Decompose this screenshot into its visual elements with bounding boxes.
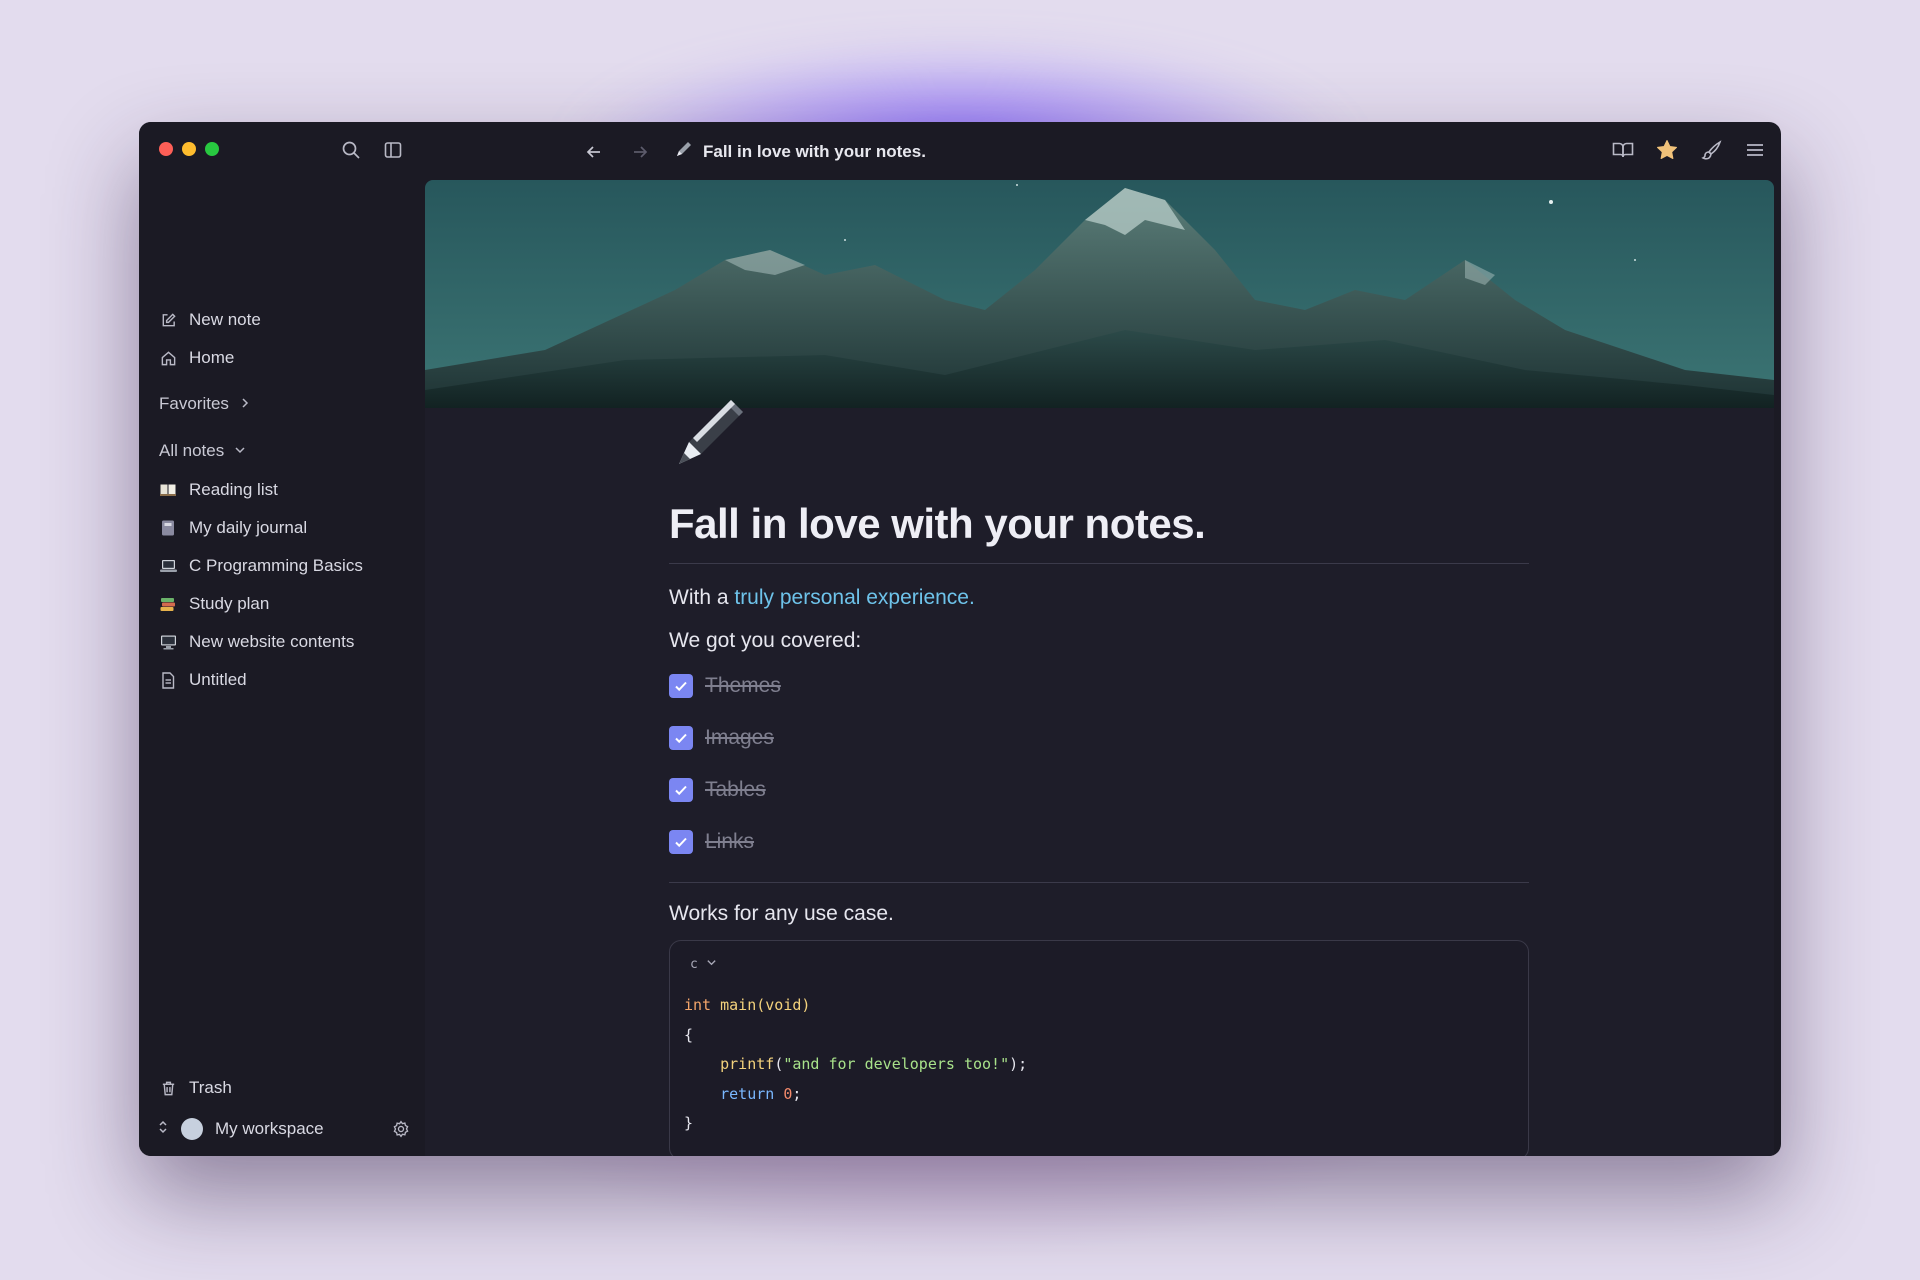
todo-checkbox[interactable] bbox=[669, 830, 693, 854]
sidebar-item-label: Study plan bbox=[189, 594, 270, 613]
sidebar-item-study-plan[interactable]: Study plan bbox=[159, 590, 269, 618]
chevron-down-icon bbox=[706, 957, 717, 972]
todo-label[interactable]: Links bbox=[705, 830, 754, 854]
code-language-label: c bbox=[690, 957, 698, 972]
divider bbox=[669, 563, 1529, 564]
todo-item: Links bbox=[669, 830, 754, 854]
sidebar-item-untitled[interactable]: Untitled bbox=[159, 666, 247, 694]
breadcrumb[interactable]: Fall in love with your notes. bbox=[675, 140, 926, 163]
brush-icon[interactable] bbox=[1699, 138, 1723, 162]
editor-area[interactable]: Fall in love with your notes. With a tru… bbox=[425, 180, 1774, 1156]
code-token: printf bbox=[720, 1055, 775, 1073]
sidebar-item-label: Untitled bbox=[189, 670, 247, 689]
sidebar-item-c-programming[interactable]: C Programming Basics bbox=[159, 552, 363, 580]
divider bbox=[669, 882, 1529, 883]
sidebar: New note Home Favorites All notes Readin… bbox=[139, 122, 423, 1156]
workspace-label: My workspace bbox=[215, 1119, 324, 1138]
sidebar-item-website-contents[interactable]: New website contents bbox=[159, 628, 354, 656]
sidebar-item-daily-journal[interactable]: My daily journal bbox=[159, 514, 307, 542]
new-note-button[interactable]: New note bbox=[159, 306, 261, 334]
code-token: main(void) bbox=[720, 996, 811, 1014]
code-block[interactable]: c int main(void) { printf("and for devel… bbox=[669, 940, 1529, 1156]
back-arrow-icon[interactable] bbox=[582, 140, 606, 164]
top-bar: Fall in love with your notes. bbox=[423, 122, 1781, 180]
todo-label[interactable]: Themes bbox=[705, 674, 781, 698]
home-button[interactable]: Home bbox=[159, 344, 234, 372]
code-token: int bbox=[684, 996, 712, 1014]
code-token: return bbox=[720, 1084, 775, 1103]
new-note-label: New note bbox=[189, 310, 261, 329]
favorite-star-icon[interactable] bbox=[1655, 138, 1679, 162]
todo-item: Images bbox=[669, 726, 774, 750]
sidebar-toggle-icon[interactable] bbox=[381, 138, 405, 162]
maximize-window-button[interactable] bbox=[205, 142, 219, 156]
sidebar-item-label: My daily journal bbox=[189, 518, 308, 537]
code-token: } bbox=[684, 1114, 694, 1132]
intro-text: With a bbox=[669, 586, 735, 609]
top-actions bbox=[1611, 138, 1767, 162]
favorites-label: Favorites bbox=[159, 394, 229, 413]
notebook-icon bbox=[159, 519, 177, 537]
document-emoji-icon[interactable] bbox=[671, 392, 751, 472]
intro-link[interactable]: truly personal experience. bbox=[734, 586, 974, 609]
code-language-select[interactable]: c bbox=[690, 957, 717, 972]
document-title[interactable]: Fall in love with your notes. bbox=[669, 500, 1206, 548]
sidebar-item-label: Reading list bbox=[189, 480, 278, 499]
home-label: Home bbox=[189, 348, 235, 367]
settings-gear-icon[interactable] bbox=[389, 1117, 413, 1141]
edit-icon bbox=[159, 311, 177, 329]
intro-paragraph[interactable]: With a truly personal experience. bbox=[669, 586, 975, 610]
todo-checkbox[interactable] bbox=[669, 674, 693, 698]
trash-icon bbox=[159, 1079, 177, 1097]
sidebar-toolbar bbox=[339, 138, 405, 162]
chevron-right-icon bbox=[239, 394, 251, 414]
app-window: New note Home Favorites All notes Readin… bbox=[139, 122, 1781, 1156]
code-token: { bbox=[684, 1025, 694, 1044]
breadcrumb-title: Fall in love with your notes. bbox=[703, 141, 926, 161]
workspace-switcher[interactable]: My workspace bbox=[157, 1114, 413, 1144]
code-token: ); bbox=[1009, 1055, 1028, 1073]
chevron-updown-icon bbox=[157, 1119, 169, 1140]
code-content[interactable]: int main(void) { printf("and for develop… bbox=[684, 991, 1027, 1139]
document-icon bbox=[159, 671, 177, 689]
code-token: ( bbox=[774, 1055, 784, 1073]
cover-image[interactable] bbox=[425, 180, 1774, 408]
pen-icon bbox=[675, 140, 693, 163]
all-notes-section[interactable]: All notes bbox=[159, 441, 246, 461]
todo-label[interactable]: Images bbox=[705, 726, 774, 750]
home-icon bbox=[159, 349, 177, 367]
trash-label: Trash bbox=[189, 1078, 232, 1097]
all-notes-label: All notes bbox=[159, 441, 225, 460]
window-controls bbox=[159, 142, 219, 156]
todo-checkbox[interactable] bbox=[669, 778, 693, 802]
code-token: "and for developers too!" bbox=[783, 1055, 1010, 1073]
workspace-avatar bbox=[181, 1118, 203, 1140]
trash-button[interactable]: Trash bbox=[159, 1074, 232, 1102]
todo-item: Tables bbox=[669, 778, 766, 802]
navigation-arrows bbox=[582, 140, 652, 164]
menu-hamburger-icon[interactable] bbox=[1743, 138, 1767, 162]
chevron-down-icon bbox=[234, 441, 246, 461]
books-icon bbox=[159, 595, 177, 613]
sidebar-item-reading-list[interactable]: Reading list bbox=[159, 476, 278, 504]
todo-checkbox[interactable] bbox=[669, 726, 693, 750]
reader-mode-book-icon[interactable] bbox=[1611, 138, 1635, 162]
covered-paragraph[interactable]: We got you covered: bbox=[669, 629, 861, 653]
sidebar-item-label: C Programming Basics bbox=[189, 556, 363, 575]
todo-label[interactable]: Tables bbox=[705, 778, 766, 802]
laptop-icon bbox=[159, 557, 177, 575]
todo-item: Themes bbox=[669, 674, 781, 698]
search-icon[interactable] bbox=[339, 138, 363, 162]
sidebar-item-label: New website contents bbox=[189, 632, 355, 651]
minimize-window-button[interactable] bbox=[182, 142, 196, 156]
code-token: ; bbox=[792, 1084, 802, 1103]
use-case-paragraph[interactable]: Works for any use case. bbox=[669, 902, 894, 926]
favorites-section[interactable]: Favorites bbox=[159, 394, 251, 414]
computer-icon bbox=[159, 633, 177, 651]
close-window-button[interactable] bbox=[159, 142, 173, 156]
book-icon bbox=[159, 481, 177, 499]
forward-arrow-icon[interactable] bbox=[628, 140, 652, 164]
